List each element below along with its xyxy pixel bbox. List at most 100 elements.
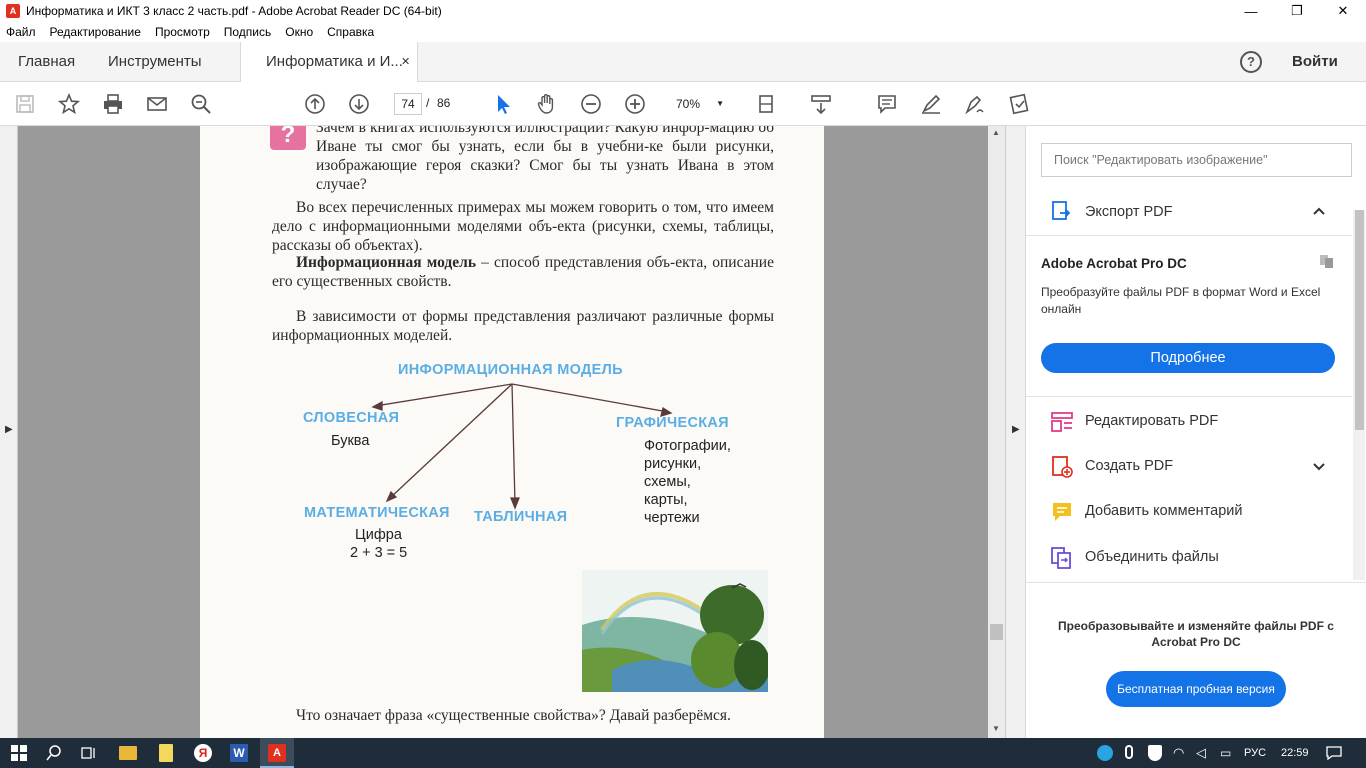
page-number-input[interactable]: 74 xyxy=(394,93,422,115)
page-total: 86 xyxy=(437,96,451,110)
menu-edit[interactable]: Редактирование xyxy=(50,25,141,39)
menu-bar: Файл Редактирование Просмотр Подпись Окн… xyxy=(0,22,1366,42)
tab-tools[interactable]: Инструменты xyxy=(108,42,202,82)
sign-icon[interactable] xyxy=(962,91,988,117)
right-panel-toggle[interactable]: ▶ xyxy=(1005,126,1025,738)
export-pdf-icon xyxy=(1052,201,1071,220)
telegram-icon[interactable] xyxy=(1097,745,1113,761)
diagram-math-label: МАТЕМАТИЧЕСКАЯ xyxy=(304,505,450,521)
clock-time[interactable]: 22:59 xyxy=(1281,738,1309,768)
close-button[interactable]: ✕ xyxy=(1320,0,1366,22)
tool-edit-pdf[interactable]: Редактировать PDF xyxy=(1026,402,1352,442)
file-explorer-icon[interactable] xyxy=(119,746,137,760)
comment-icon[interactable] xyxy=(874,91,900,117)
zoom-select[interactable]: 70% ▼ xyxy=(666,93,732,115)
wifi-icon[interactable]: ◠ xyxy=(1173,738,1184,768)
menu-view[interactable]: Просмотр xyxy=(155,25,210,39)
select-cursor-icon[interactable] xyxy=(490,91,516,117)
input-language[interactable]: РУС xyxy=(1244,738,1266,768)
acrobat-app-icon: A xyxy=(6,4,20,18)
tool-search-input[interactable]: Поиск "Редактировать изображение" xyxy=(1041,143,1352,177)
tool-edit-pdf-label: Редактировать PDF xyxy=(1085,413,1219,429)
acrobat-taskbar-button[interactable]: A xyxy=(260,738,294,768)
maximize-button[interactable]: ❐ xyxy=(1274,0,1320,22)
scroll-down-icon[interactable]: ▼ xyxy=(992,724,1000,733)
task-view-icon[interactable] xyxy=(81,745,97,761)
word-app-icon[interactable]: W xyxy=(230,744,248,762)
chevron-right-icon: ▶ xyxy=(1012,424,1020,435)
diagram-root-label: ИНФОРМАЦИОННАЯ МОДЕЛЬ xyxy=(398,362,623,378)
email-icon[interactable] xyxy=(144,91,170,117)
free-trial-button[interactable]: Бесплатная пробная версия xyxy=(1106,671,1286,707)
menu-window[interactable]: Окно xyxy=(285,25,313,39)
edit-pdf-icon xyxy=(1051,412,1073,432)
yandex-browser-icon[interactable]: Я xyxy=(194,744,212,762)
more-info-button[interactable]: Подробнее xyxy=(1041,343,1335,373)
diagram-graphic-label: ГРАФИЧЕСКАЯ xyxy=(616,415,729,431)
document-scrollbar[interactable]: ▲ ▼ xyxy=(988,126,1005,738)
divider xyxy=(1026,396,1352,397)
bookmark-star-icon[interactable] xyxy=(56,91,82,117)
network-icon[interactable]: ▭ xyxy=(1220,738,1231,768)
help-icon[interactable]: ? xyxy=(1240,51,1262,73)
search-icon[interactable] xyxy=(46,745,62,761)
next-page-icon[interactable] xyxy=(346,91,372,117)
zoom-in-icon[interactable] xyxy=(622,91,648,117)
scroll-thumb[interactable] xyxy=(990,624,1003,640)
comment-tool-icon xyxy=(1053,503,1071,521)
title-bar: A Информатика и ИКТ 3 класс 2 часть.pdf … xyxy=(0,0,1366,22)
page-fit-icon[interactable] xyxy=(754,91,780,117)
microphone-icon[interactable] xyxy=(1125,745,1133,759)
promo-title: Adobe Acrobat Pro DC xyxy=(1041,256,1187,271)
tool-combine-files[interactable]: Объединить файлы xyxy=(1026,538,1352,578)
tab-bar: Главная Инструменты Информатика и И... ✕… xyxy=(0,42,1366,83)
chevron-down-icon: ▼ xyxy=(716,99,724,108)
tab-home[interactable]: Главная xyxy=(18,42,75,82)
tab-document[interactable]: Информатика и И... ✕ xyxy=(240,42,418,83)
create-pdf-icon xyxy=(1052,456,1073,478)
signin-button[interactable]: Войти xyxy=(1292,42,1338,82)
diagram-graphic-example-5: чертежи xyxy=(644,510,700,526)
landscape-illustration xyxy=(582,570,768,692)
scroll-up-icon[interactable]: ▲ xyxy=(992,128,1000,137)
windows-taskbar: Я W A ◠ ◁ ▭ РУС 22:59 xyxy=(0,738,1366,768)
volume-icon[interactable]: ◁ xyxy=(1196,738,1206,768)
divider xyxy=(1026,582,1366,583)
highlight-pen-icon[interactable] xyxy=(918,91,944,117)
search-zoom-icon[interactable] xyxy=(188,91,214,117)
diagram-verbal-example: Буква xyxy=(331,433,370,449)
notes-app-icon[interactable] xyxy=(159,744,173,762)
zoom-out-icon[interactable] xyxy=(578,91,604,117)
scroll-mode-icon[interactable] xyxy=(808,91,834,117)
promo-text: Преобразуйте файлы PDF в формат Word и E… xyxy=(1041,285,1321,316)
tool-add-comment[interactable]: Добавить комментарий xyxy=(1026,492,1352,532)
minimize-button[interactable]: — xyxy=(1228,0,1274,22)
combine-files-icon xyxy=(1051,547,1071,569)
panel-scrollbar[interactable] xyxy=(1353,210,1365,580)
save-icon[interactable] xyxy=(12,91,38,117)
chevron-up-icon[interactable] xyxy=(1312,206,1326,216)
tools-side-panel: Поиск "Редактировать изображение" Экспор… xyxy=(1025,126,1366,738)
menu-file[interactable]: Файл xyxy=(6,25,36,39)
menu-sign[interactable]: Подпись xyxy=(224,25,272,39)
tab-document-label: Информатика и И... xyxy=(266,53,403,70)
zoom-value: 70% xyxy=(676,97,701,111)
more-tools-icon[interactable] xyxy=(1006,91,1032,117)
left-panel-toggle[interactable]: ▶ xyxy=(0,126,18,738)
print-icon[interactable] xyxy=(100,91,126,117)
diagram-graphic-example-1: Фотографии, xyxy=(644,438,731,454)
windows-start-icon[interactable] xyxy=(11,745,27,761)
security-shield-icon[interactable] xyxy=(1148,745,1162,761)
tool-create-pdf[interactable]: Создать PDF xyxy=(1026,447,1352,487)
tab-close-icon[interactable]: ✕ xyxy=(401,42,410,82)
notifications-icon[interactable] xyxy=(1326,746,1342,760)
panel-scroll-thumb[interactable] xyxy=(1355,210,1364,430)
hand-tool-icon[interactable] xyxy=(534,91,560,117)
chevron-right-icon: ▶ xyxy=(5,424,13,435)
prev-page-icon[interactable] xyxy=(302,91,328,117)
diagram-table-label: ТАБЛИЧНАЯ xyxy=(474,509,568,525)
menu-help[interactable]: Справка xyxy=(327,25,374,39)
chevron-down-icon[interactable] xyxy=(1312,462,1326,472)
tool-add-comment-label: Добавить комментарий xyxy=(1085,503,1243,519)
export-pdf-header[interactable]: Экспорт PDF xyxy=(1026,190,1352,236)
